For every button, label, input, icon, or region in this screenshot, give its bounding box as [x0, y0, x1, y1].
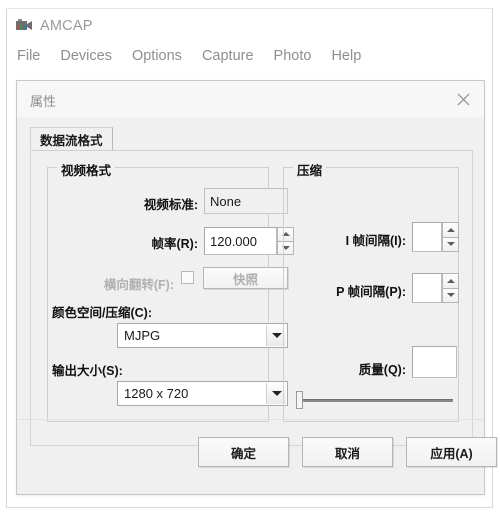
dialog-title: 属性 [30, 94, 57, 109]
video-standard-field: None [204, 188, 288, 214]
video-standard-value: None [210, 193, 242, 209]
group-compression: 压缩 I 帧间隔(I): P 帧间隔(P): 质量(Q): [283, 160, 459, 422]
quality-slider-thumb[interactable] [296, 391, 303, 409]
menu-item-photo[interactable]: Photo [274, 48, 312, 64]
quality-label: 质量(Q): [358, 363, 406, 377]
camcorder-icon [15, 18, 33, 34]
cancel-button-label: 取消 [334, 446, 360, 461]
menu-item-help[interactable]: Help [331, 48, 361, 64]
group-video-format-legend: 视频格式 [57, 160, 116, 179]
i-frame-interval-label: I 帧间隔(I): [345, 234, 406, 248]
ok-button[interactable]: 确定 [198, 437, 289, 467]
chevron-up-icon[interactable] [442, 273, 459, 288]
app-titlebar: AMCAP [7, 9, 492, 43]
tab-panel-stream-format: 视频格式 视频标准: None 帧率(R): 120.000 横向翻转(F): … [30, 150, 473, 446]
i-frame-interval-input[interactable] [412, 222, 442, 252]
dialog-body: 数据流格式 视频格式 视频标准: None 帧率(R): 120.000 横向翻… [17, 117, 497, 494]
quality-input[interactable] [412, 346, 457, 378]
properties-dialog: 属性 数据流格式 视频格式 视频标准: None 帧率(R): 120.000 … [16, 80, 497, 495]
flip-horizontal-checkbox [181, 271, 194, 284]
menu-item-options[interactable]: Options [132, 48, 182, 64]
tabstrip: 数据流格式 [30, 127, 471, 151]
cancel-button[interactable]: 取消 [302, 437, 393, 467]
flip-horizontal-label: 横向翻转(F): [103, 278, 174, 292]
menu-item-file[interactable]: File [17, 48, 40, 64]
close-icon[interactable] [450, 87, 476, 111]
menu-item-capture[interactable]: Capture [202, 48, 254, 64]
frame-rate-label: 帧率(R): [151, 237, 198, 251]
app-title: AMCAP [40, 18, 93, 34]
output-size-combobox[interactable]: 1280 x 720 [117, 381, 288, 406]
snapshot-button: 快照 [203, 267, 288, 289]
video-standard-label: 视频标准: [143, 198, 198, 212]
quality-slider-track [303, 399, 453, 402]
quality-slider[interactable] [296, 390, 453, 410]
tab-stream-format[interactable]: 数据流格式 [30, 127, 113, 151]
group-video-format: 视频格式 视频标准: None 帧率(R): 120.000 横向翻转(F): … [47, 160, 294, 422]
p-frame-interval-stepper[interactable] [442, 273, 459, 303]
color-space-value: MJPG [124, 328, 161, 343]
i-frame-interval-stepper[interactable] [442, 222, 459, 252]
color-space-combobox[interactable]: MJPG [117, 323, 288, 348]
chevron-down-icon[interactable] [442, 236, 459, 252]
dialog-footer: 确定 取消 应用(A) [17, 419, 497, 494]
output-size-value: 1280 x 720 [124, 386, 189, 401]
snapshot-button-label: 快照 [232, 272, 258, 287]
menu-item-devices[interactable]: Devices [60, 48, 112, 64]
color-space-label: 颜色空间/压缩(C): [52, 306, 152, 320]
chevron-up-icon[interactable] [442, 222, 459, 237]
group-compression-legend: 压缩 [293, 160, 327, 179]
frame-rate-input[interactable]: 120.000 [204, 227, 277, 255]
p-frame-interval-input[interactable] [412, 273, 442, 303]
dialog-titlebar: 属性 [17, 81, 484, 118]
p-frame-interval-label: P 帧间隔(P): [336, 285, 406, 299]
tab-label: 数据流格式 [40, 134, 103, 148]
ok-button-label: 确定 [230, 446, 256, 461]
menubar: File Devices Options Capture Photo Help [7, 43, 492, 69]
output-size-label: 输出大小(S): [52, 364, 123, 378]
chevron-down-icon[interactable] [442, 287, 459, 303]
apply-button-label: 应用(A) [430, 446, 473, 461]
frame-rate-value: 120.000 [210, 233, 257, 249]
screen: AMCAP File Devices Options Capture Photo… [0, 0, 500, 515]
apply-button[interactable]: 应用(A) [406, 437, 497, 467]
